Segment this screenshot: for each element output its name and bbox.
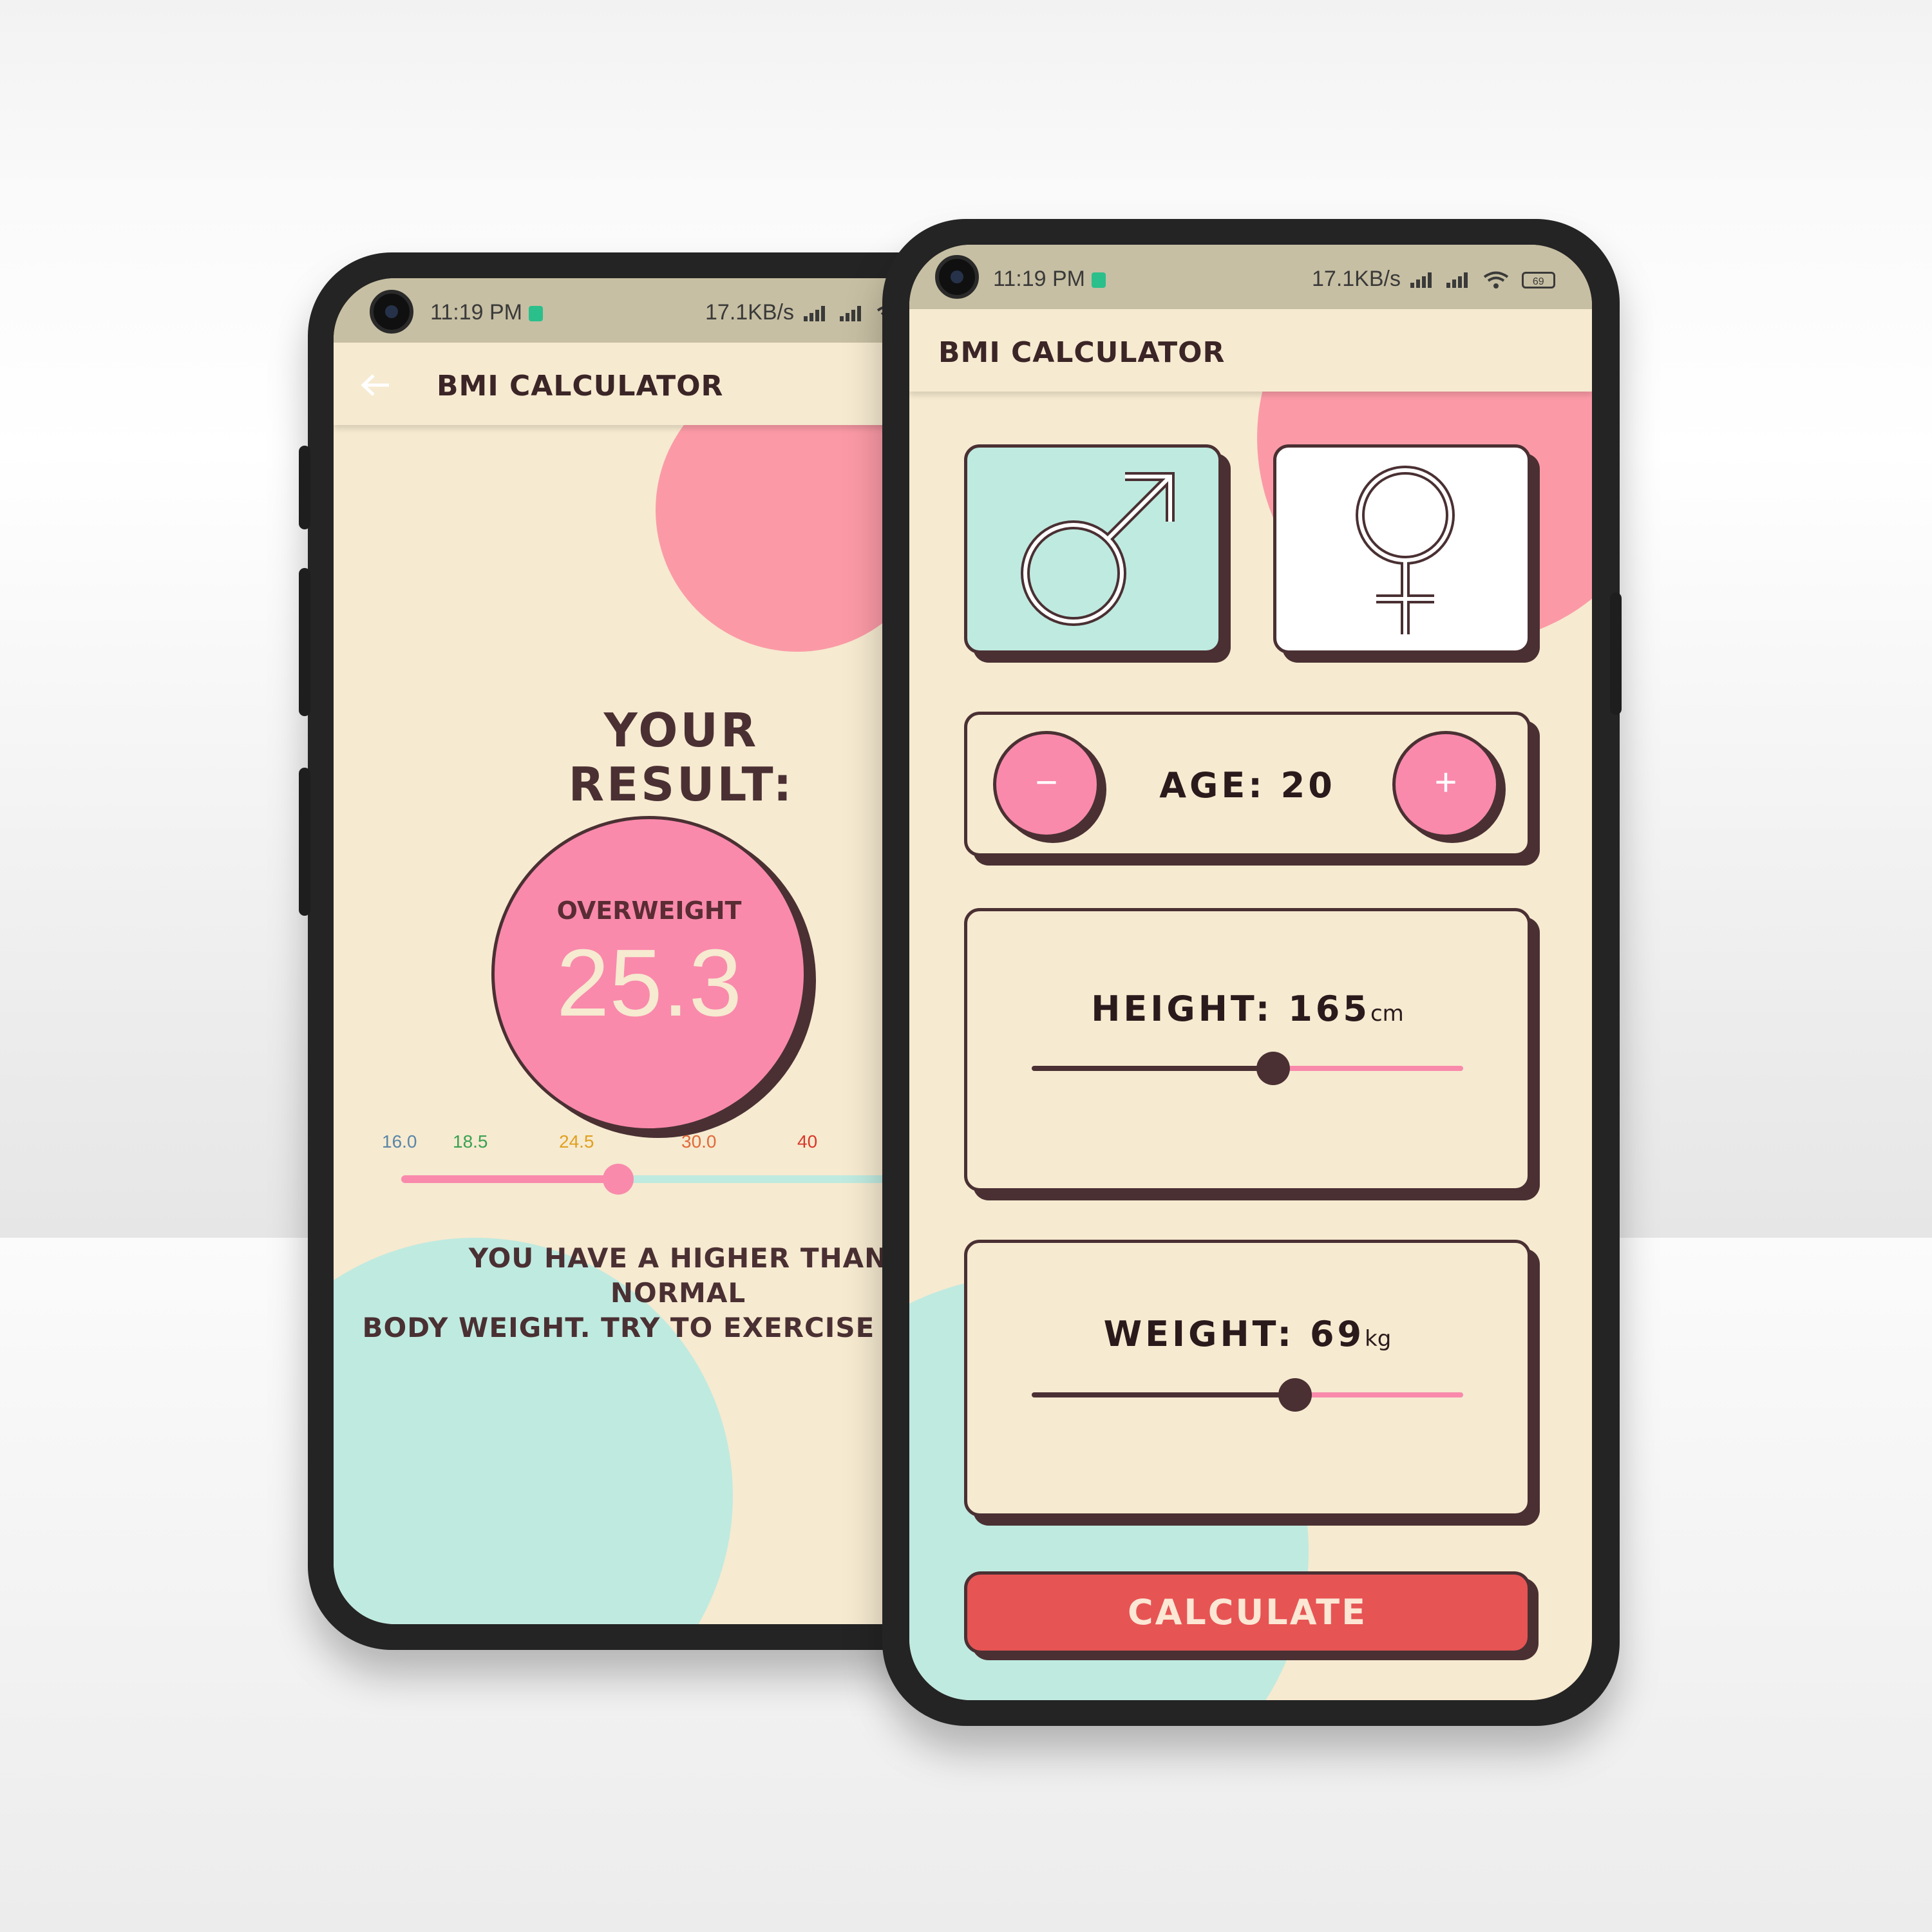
shield-icon <box>1092 272 1106 289</box>
app-title: BMI CALCULATOR <box>437 370 724 402</box>
scale-track-filled <box>401 1175 620 1183</box>
signal-icon <box>1410 272 1436 289</box>
gender-female-card[interactable] <box>1273 444 1531 654</box>
height-label: HEIGHT: <box>1091 989 1273 1029</box>
scale-label: 30.0 <box>681 1132 717 1151</box>
calculate-button[interactable]: CALCULATE <box>964 1571 1531 1654</box>
height-value: 165 <box>1288 989 1370 1029</box>
weight-label: WEIGHT: <box>1103 1314 1295 1354</box>
result-message-line2: BODY WEIGHT. TRY TO EXERCISE MO <box>362 1312 936 1343</box>
app-title: BMI CALCULATOR <box>938 336 1226 369</box>
app-bar: BMI CALCULATOR <box>909 309 1592 392</box>
gender-male-card[interactable] <box>964 444 1222 654</box>
signal-icon <box>1446 272 1472 289</box>
signal-icon <box>804 306 829 322</box>
height-card: HEIGHT: 165cm <box>964 908 1531 1191</box>
signal-icon <box>839 306 866 322</box>
result-circle: OVERWEIGHT 25.3 <box>491 816 807 1132</box>
height-unit: cm <box>1370 1001 1404 1027</box>
bmi-value: 25.3 <box>556 930 743 1036</box>
height-slider-thumb[interactable] <box>1256 1052 1290 1085</box>
female-symbol-icon <box>1356 466 1455 634</box>
weight-slider[interactable] <box>1032 1378 1463 1412</box>
weight-slider-thumb[interactable] <box>1278 1378 1312 1412</box>
wifi-icon <box>1484 271 1509 289</box>
phone-input: 11:19 PM 17.1KB/s 69 BMI CALCULATOR − AG… <box>882 219 1622 1726</box>
scale-thumb[interactable] <box>603 1164 634 1195</box>
result-heading: YOUR RESULT: <box>568 703 795 811</box>
height-slider[interactable] <box>1032 1052 1463 1085</box>
status-time: 11:19 PM <box>993 267 1086 291</box>
scale-label: 24.5 <box>559 1132 594 1151</box>
bmi-status: OVERWEIGHT <box>556 896 742 925</box>
scale-label: 40 <box>797 1132 818 1151</box>
battery-icon: 69 <box>1521 272 1555 289</box>
weight-card: WEIGHT: 69kg <box>964 1240 1531 1517</box>
front-camera <box>370 290 413 334</box>
scale-label: 18.5 <box>453 1132 488 1151</box>
front-camera <box>935 255 979 299</box>
age-label: AGE: <box>1159 765 1265 806</box>
status-time: 11:19 PM <box>430 300 523 325</box>
weight-value: 69 <box>1309 1314 1365 1354</box>
age-value: 20 <box>1280 765 1336 806</box>
scale-label: 16.0 <box>382 1132 417 1151</box>
network-speed: 17.1KB/s <box>1312 267 1401 291</box>
status-bar: 11:19 PM 17.1KB/s 69 <box>909 245 1592 309</box>
age-card: − AGE: 20 + <box>964 712 1531 857</box>
shield-icon <box>529 306 544 322</box>
weight-unit: kg <box>1365 1326 1392 1352</box>
age-increment-button[interactable]: + <box>1392 731 1499 838</box>
result-message: YOU HAVE A HIGHER THAN NORMAL BODY WEIGH… <box>359 1241 939 1345</box>
result-message-line1: YOU HAVE A HIGHER THAN NORMAL <box>468 1242 888 1309</box>
network-speed: 17.1KB/s <box>705 300 794 325</box>
input-screen: 11:19 PM 17.1KB/s 69 BMI CALCULATOR − AG… <box>909 245 1592 1700</box>
back-arrow-icon[interactable] <box>359 372 392 398</box>
male-symbol-icon <box>1021 472 1175 626</box>
